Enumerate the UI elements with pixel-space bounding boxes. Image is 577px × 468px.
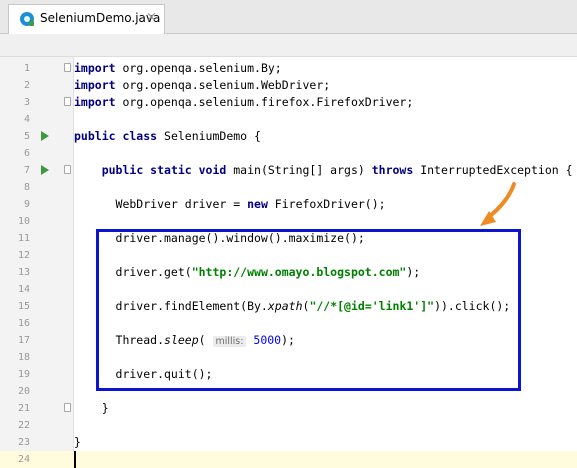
code-line[interactable]: 7 public static void main(String[] args)… <box>0 162 577 179</box>
fold-marker-icon[interactable] <box>64 63 71 72</box>
line-number: 14 <box>17 284 30 295</box>
code-line[interactable]: 2 import org.openqa.selenium.WebDriver; <box>0 77 577 94</box>
line-number: 10 <box>17 216 30 227</box>
code-line[interactable]: 23} <box>0 434 577 451</box>
line-number: 7 <box>23 165 30 176</box>
line-number: 21 <box>17 403 30 414</box>
line-number: 16 <box>17 318 30 329</box>
code-line[interactable]: 5 public class SeleniumDemo { <box>0 128 577 145</box>
code-text: import org.openqa.selenium.WebDriver; <box>74 78 331 92</box>
code-text: WebDriver driver = new FirefoxDriver(); <box>74 197 386 211</box>
code-text: } <box>74 401 109 415</box>
code-text: import org.openqa.selenium.By; <box>74 61 282 75</box>
code-line[interactable]: 1 import org.openqa.selenium.By; <box>0 60 577 77</box>
line-number: 5 <box>23 131 30 142</box>
fold-marker-icon[interactable] <box>64 97 71 106</box>
line-number: 1 <box>23 63 30 74</box>
code-line[interactable]: 22 <box>0 417 577 434</box>
code-line[interactable]: 4 <box>0 111 577 128</box>
fold-marker-icon[interactable] <box>64 403 71 412</box>
line-number: 24 <box>17 454 30 465</box>
line-number: 6 <box>23 148 30 159</box>
highlight-box <box>96 229 521 391</box>
line-number: 2 <box>23 80 30 91</box>
line-number: 19 <box>17 369 30 380</box>
code-text: } <box>74 435 81 449</box>
line-number: 3 <box>23 97 30 108</box>
code-text: public static void main(String[] args) t… <box>101 163 573 177</box>
line-number: 13 <box>17 267 30 278</box>
line-number: 12 <box>17 250 30 261</box>
tab-label: SeleniumDemo.java <box>40 11 161 25</box>
fold-marker-icon[interactable] <box>64 165 71 174</box>
run-icon[interactable] <box>41 131 49 141</box>
line-number: 20 <box>17 386 30 397</box>
editor-tab-bar: SeleniumDemo.java × <box>0 0 577 34</box>
code-line[interactable]: 24 <box>0 451 577 468</box>
breadcrumb-bar <box>0 34 577 57</box>
line-number: 23 <box>17 437 30 448</box>
line-number: 4 <box>23 114 30 125</box>
run-icon[interactable] <box>41 165 49 175</box>
code-line[interactable]: 6 <box>0 145 577 162</box>
line-number: 17 <box>17 335 30 346</box>
java-class-icon <box>20 12 34 26</box>
line-number: 11 <box>17 233 30 244</box>
annotation-arrow-icon <box>480 182 516 226</box>
line-number: 9 <box>23 199 30 210</box>
close-icon[interactable]: × <box>146 10 157 25</box>
code-text: import org.openqa.selenium.firefox.Firef… <box>74 95 414 109</box>
line-number: 18 <box>17 352 30 363</box>
text-caret <box>74 451 76 468</box>
tab-selenium-demo[interactable]: SeleniumDemo.java × <box>8 4 165 34</box>
line-number: 22 <box>17 420 30 431</box>
code-line[interactable]: 21 } <box>0 400 577 417</box>
code-line[interactable]: 3 import org.openqa.selenium.firefox.Fire… <box>0 94 577 111</box>
code-text: public class SeleniumDemo { <box>74 129 261 143</box>
line-number: 15 <box>17 301 30 312</box>
line-number: 8 <box>23 182 30 193</box>
